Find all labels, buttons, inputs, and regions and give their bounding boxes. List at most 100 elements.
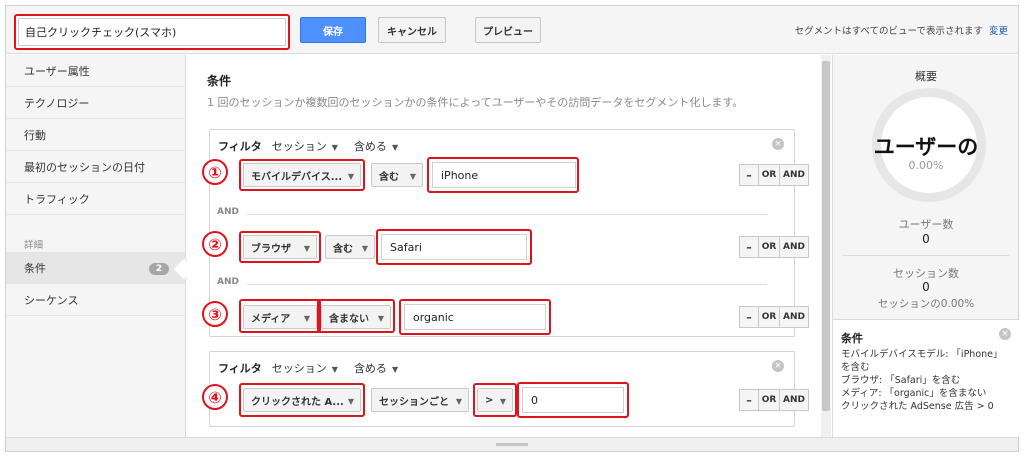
and-label: AND [217,277,239,287]
include-value: 含める [353,362,387,375]
close-summary-icon[interactable]: × [999,328,1011,340]
condition-line: クリックされた AdSense 広告 > 0 [841,401,994,412]
step-number-2: ② [202,231,228,257]
segment-name-input[interactable] [18,18,286,46]
bottom-resize-bar[interactable] [6,437,1018,451]
sidebar: ユーザー属性 テクノロジー 行動 最初のセッションの日付 トラフィック 詳細 条… [6,55,197,437]
filter-label: フィルタ [218,362,262,375]
row-operators: – OR AND [739,164,809,186]
and-button[interactable]: AND [779,164,809,186]
operator-select-3[interactable]: 含まない ▼ [321,305,391,329]
caret-down-icon: ▼ [455,397,462,406]
per-select[interactable]: セッションごと ▼ [371,388,469,412]
caret-down-icon: ▼ [331,143,338,152]
visibility-note-text: セグメントはすべてのビューで表示されます [794,26,983,37]
sidebar-item-label: 条件 [24,262,46,275]
scope-value: セッション [271,362,327,375]
sidebar-item-label: 最初のセッションの日付 [24,160,145,174]
summary-panel: 概要 ユーザーの 0.00% ユーザー数 0 セッション数 0 セッションの0.… [832,55,1019,437]
caret-down-icon: ▼ [377,314,384,323]
preview-button[interactable]: プレビュー [475,17,541,43]
sidebar-item-sequences[interactable]: シーケンス [6,284,185,316]
users-value: 0 [922,232,930,246]
value-input-1[interactable] [432,162,576,188]
include-dropdown[interactable]: 含める ▼ [354,360,398,376]
remove-filter-icon[interactable]: × [772,138,784,150]
segment-name-highlight [14,14,290,50]
operator-select-1[interactable]: 含む ▼ [371,163,423,187]
dimension-value: メディア [251,313,291,325]
cancel-button[interactable]: キャンセル [378,17,446,43]
and-button[interactable]: AND [779,306,809,328]
sidebar-item-label: トラフィック [24,192,90,206]
resize-grip-icon[interactable] [496,443,528,446]
condition-line: モバイルデバイスモデル: 「iPhone」を含む [841,349,1003,373]
divider [247,284,767,285]
value-input-4[interactable] [522,387,624,413]
sessions-label: セッション数 [893,267,959,280]
operator-value: 含まない [329,313,369,325]
users-label: ユーザー数 [898,218,954,231]
row-operators: – OR AND [739,306,809,328]
dimension-select-3[interactable]: メディア ▼ [243,305,317,329]
sidebar-item-first-session-date[interactable]: 最初のセッションの日付 [6,151,185,183]
or-button[interactable]: OR [758,389,780,411]
and-button[interactable]: AND [779,236,809,258]
sidebar-item-conditions[interactable]: 条件 2 [6,252,197,284]
sidebar-item-label: テクノロジー [24,96,90,110]
operator-value: 含む [379,171,399,183]
sidebar-item-technology[interactable]: テクノロジー [6,87,185,119]
summary-headline: ユーザーの [873,135,979,159]
row-operators: – OR AND [739,389,809,411]
and-separator: AND [217,277,767,291]
top-bar: 保存 キャンセル プレビュー セグメントはすべてのビューで表示されます変更 [6,6,1018,54]
remove-row-button[interactable]: – [739,389,759,411]
caret-down-icon: ▼ [347,397,354,406]
segment-editor: 保存 キャンセル プレビュー セグメントはすべてのビューで表示されます変更 ユー… [5,5,1019,452]
summary-percent: 0.00% [908,159,944,172]
page-description: 1 回のセッションか複数回のセッションかの条件によってユーザーやその訪問データを… [207,96,744,109]
sidebar-item-demographics[interactable]: ユーザー属性 [6,55,185,87]
dimension-select-2[interactable]: ブラウザ ▼ [243,235,317,259]
conditions-count-badge: 2 [148,263,169,275]
caret-down-icon: ▼ [391,365,399,374]
include-dropdown[interactable]: 含める ▼ [354,138,398,154]
conditions-summary-card: 条件 モバイルデバイスモデル: 「iPhone」を含む ブラウザ: 「Safar… [833,319,1019,437]
comparison-select[interactable]: > ▼ [477,388,513,412]
comparison-value: > [485,394,494,406]
remove-row-button[interactable]: – [739,236,759,258]
or-button[interactable]: OR [758,164,780,186]
and-button[interactable]: AND [779,389,809,411]
step-number-3: ③ [202,301,228,327]
condition-line: メディア: 「organic」を含まない [841,388,987,399]
vertical-scrollbar[interactable] [821,55,831,437]
sessions-percent: セッションの0.00% [877,298,975,310]
save-button[interactable]: 保存 [300,17,366,43]
sessions-value: 0 [922,280,930,294]
caret-down-icon: ▼ [347,172,354,181]
sidebar-item-behavior[interactable]: 行動 [6,119,185,151]
remove-row-button[interactable]: – [739,164,759,186]
value-input-2[interactable] [381,234,527,260]
operator-select-2[interactable]: 含む ▼ [325,235,375,259]
scope-dropdown[interactable]: セッション ▼ [272,138,338,154]
dimension-select-4[interactable]: クリックされた A... ▼ [243,388,361,412]
sidebar-item-traffic[interactable]: トラフィック [6,183,185,215]
value-input-3[interactable] [404,304,546,330]
conditions-panel: 条件 1 回のセッションか複数回のセッションかの条件によってユーザーやその訪問デ… [187,55,821,437]
scope-dropdown[interactable]: セッション ▼ [272,360,338,376]
or-button[interactable]: OR [758,236,780,258]
remove-row-button[interactable]: – [739,306,759,328]
filter-header: フィルタ セッション ▼ 含める ▼ [218,360,414,376]
sidebar-item-label: ユーザー属性 [24,64,90,78]
condition-line: ブラウザ: 「Safari」を含む [841,375,961,386]
dimension-value: モバイルデバイス... [251,171,343,183]
dimension-select-1[interactable]: モバイルデバイス... ▼ [243,163,361,187]
remove-filter-icon[interactable]: × [772,360,784,372]
divider [843,255,1009,256]
sidebar-advanced-label: 詳細 [24,240,44,251]
or-button[interactable]: OR [758,306,780,328]
summary-title: 概要 [915,70,937,83]
change-link[interactable]: 変更 [989,26,1008,37]
scrollbar-thumb[interactable] [822,61,830,411]
